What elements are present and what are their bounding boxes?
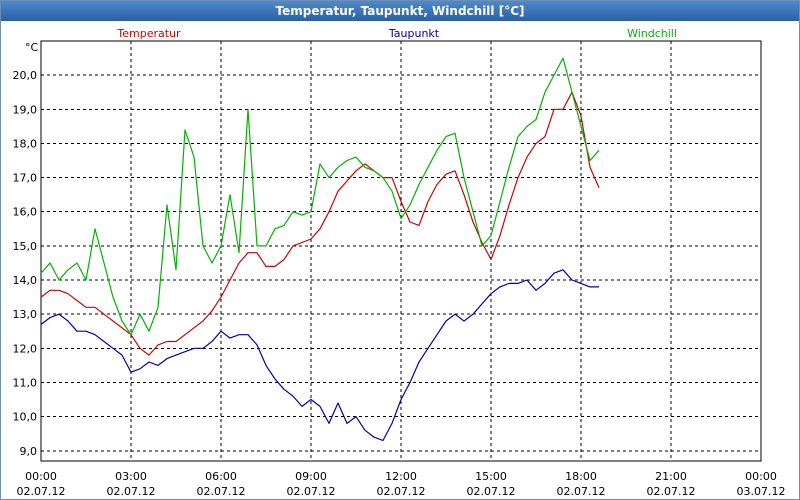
x-tick-labels: 00:00 02.07.12 03:00 02.07.12 06:00 02.07.12 0…	[17, 470, 786, 498]
chart-window: Temperatur, Taupunkt, Windchill [°C] °C 9…	[0, 0, 800, 500]
x-tick-date-label: 02.07.12	[377, 485, 426, 498]
x-tick-date-label: 02.07.12	[557, 485, 606, 498]
x-tick-time-label: 09:00	[295, 470, 327, 483]
series-line-windchill	[40, 57, 600, 336]
grid	[40, 41, 762, 461]
legend-label-taupunkt: Taupunkt	[388, 27, 440, 40]
y-tick-label: 10,0	[13, 411, 38, 424]
y-tick-label: 18,0	[13, 137, 38, 150]
y-tick-label: 17,0	[13, 172, 38, 185]
x-tick-date-label: 02.07.12	[647, 485, 696, 498]
x-tick-time-label: 18:00	[565, 470, 597, 483]
legend-label-windchill: Windchill	[627, 27, 677, 40]
y-tick-labels: °C 9,0 10,0 11,0 12,0 13,0 14,0 15,0 16,0 17,0 18,…	[13, 41, 39, 458]
x-tick-date-label: 03.07.12	[737, 485, 786, 498]
y-axis-unit-label: °C	[25, 41, 39, 54]
y-tick-label: 14,0	[13, 274, 38, 287]
y-tick-label: 15,0	[13, 240, 38, 253]
chart: °C 9,0 10,0 11,0 12,0 13,0 14,0 15,0 16,0 17,0 18,…	[13, 27, 786, 498]
x-tick-time-label: 00:00	[745, 470, 777, 483]
x-tick-time-label: 06:00	[205, 470, 237, 483]
series-line-taupunkt	[40, 269, 599, 442]
series-lines	[40, 57, 600, 442]
legend: Temperatur Taupunkt Windchill	[116, 27, 677, 40]
y-tick-label: 19,0	[13, 103, 38, 116]
x-tick-time-label: 03:00	[115, 470, 147, 483]
x-tick-date-label: 02.07.12	[197, 485, 246, 498]
x-tick-date-label: 02.07.12	[467, 485, 516, 498]
y-tick-label: 16,0	[13, 206, 38, 219]
y-tick-label: 12,0	[13, 342, 38, 355]
y-tick-label: 9,0	[20, 445, 38, 458]
x-tick-time-label: 12:00	[385, 470, 417, 483]
y-tick-label: 11,0	[13, 376, 38, 389]
legend-label-temperatur: Temperatur	[116, 27, 181, 40]
x-tick-date-label: 02.07.12	[17, 485, 66, 498]
x-tick-date-label: 02.07.12	[287, 485, 336, 498]
y-tick-label: 13,0	[13, 308, 38, 321]
x-tick-date-label: 02.07.12	[107, 485, 156, 498]
x-tick-time-label: 00:00	[25, 470, 57, 483]
x-tick-time-label: 15:00	[475, 470, 507, 483]
y-tick-label: 20,0	[13, 69, 38, 82]
series-line-temperatur	[40, 91, 600, 356]
x-tick-time-label: 21:00	[655, 470, 687, 483]
